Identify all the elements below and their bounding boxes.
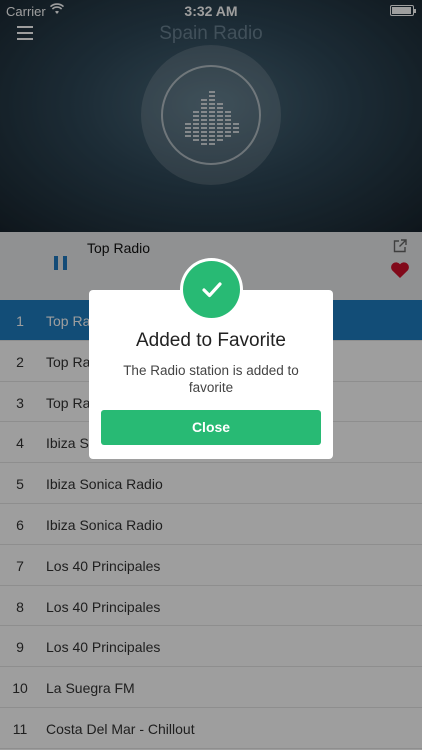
dialog-title: Added to Favorite [136, 330, 286, 351]
checkmark-icon [202, 282, 222, 298]
dialog-message: The Radio station is added to favorite [123, 363, 299, 395]
success-badge [180, 258, 243, 321]
close-button[interactable]: Close [101, 410, 321, 445]
